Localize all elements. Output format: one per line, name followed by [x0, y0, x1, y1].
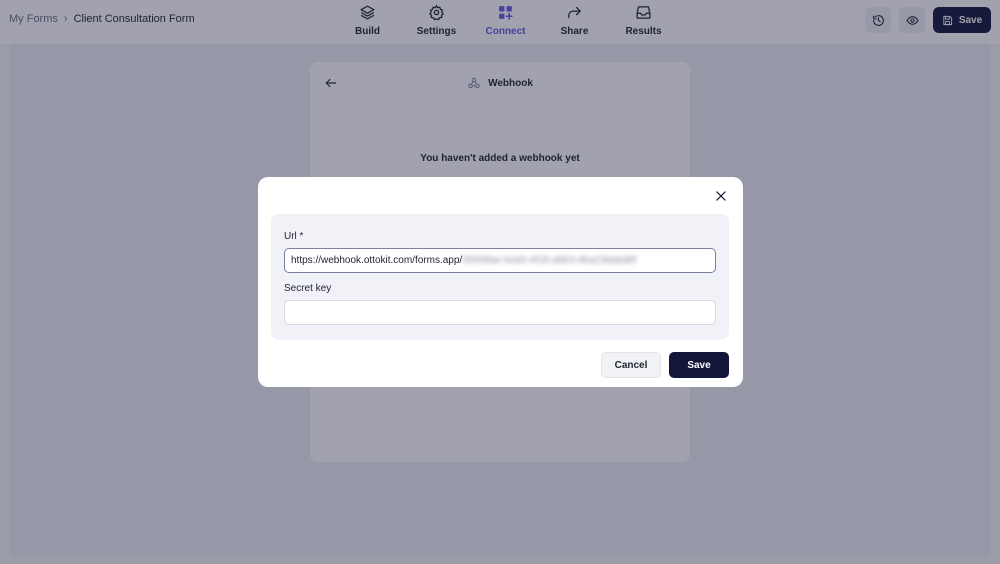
cancel-button[interactable]: Cancel	[601, 352, 661, 378]
modal-form: Url * https://webhook.ottokit.com/forms.…	[271, 214, 729, 340]
url-input-redacted: f3093fae-bcb0-4f18-a863-d5a23dabd6f	[462, 255, 637, 266]
close-icon[interactable]	[714, 189, 728, 203]
webhook-modal: Url * https://webhook.ottokit.com/forms.…	[258, 177, 743, 387]
url-input-value: https://webhook.ottokit.com/forms.app/	[291, 255, 463, 266]
save-button[interactable]: Save	[669, 352, 729, 378]
url-label: Url *	[284, 231, 304, 242]
secret-key-input[interactable]	[284, 300, 716, 325]
secret-key-label: Secret key	[284, 283, 332, 294]
url-input[interactable]: https://webhook.ottokit.com/forms.app/f3…	[284, 248, 716, 273]
modal-footer: Cancel Save	[601, 352, 729, 378]
